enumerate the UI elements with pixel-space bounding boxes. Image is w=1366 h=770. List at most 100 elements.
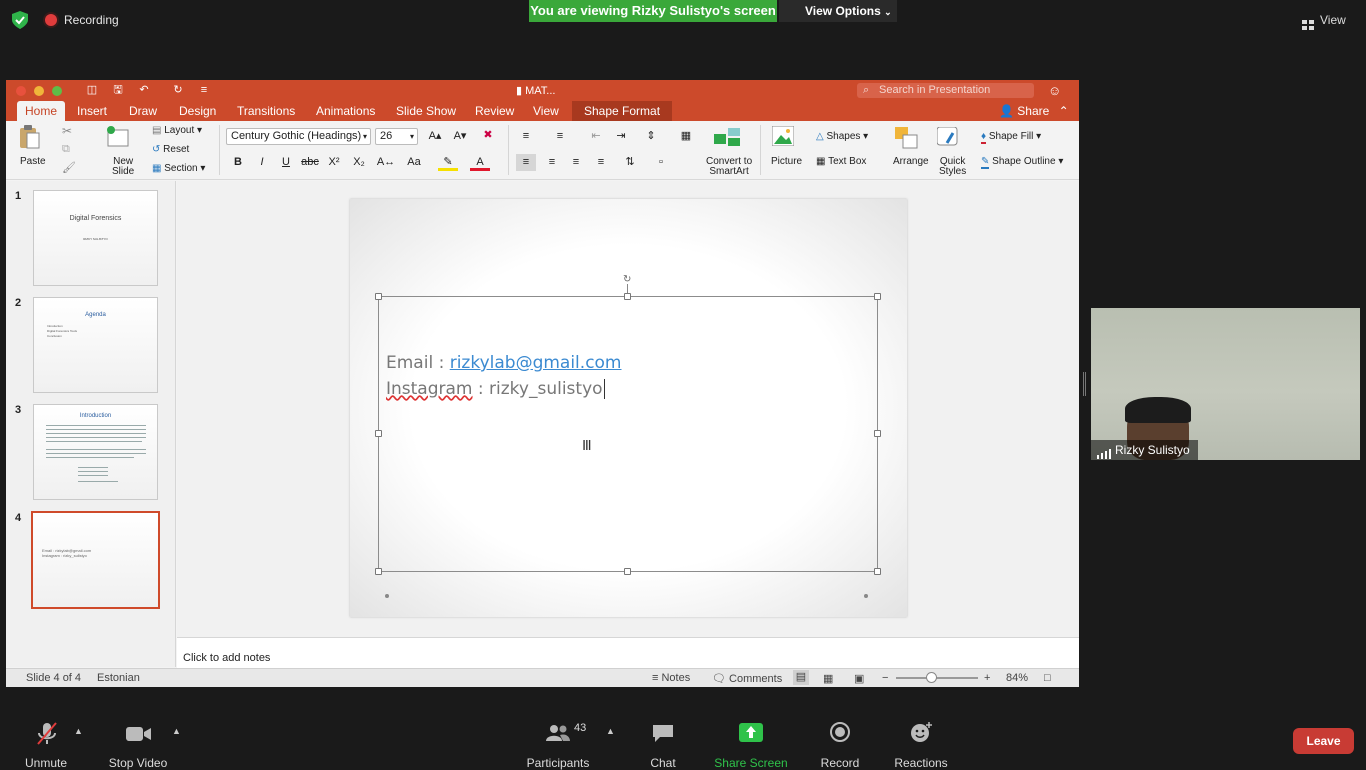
picture-icon[interactable] — [771, 125, 795, 147]
slide-thumbnail-4[interactable]: Email : rizkylab@gmail.com Instagram : r… — [31, 511, 160, 609]
zoom-slider-thumb[interactable] — [926, 672, 937, 683]
chat-button[interactable]: Chat — [645, 722, 681, 770]
font-name-dropdown[interactable]: Century Gothic (Headings) ▾ — [226, 128, 371, 145]
feedback-smiley-icon[interactable]: ☺ — [1048, 83, 1061, 98]
video-options-caret-icon[interactable]: ▲ — [172, 726, 181, 736]
tab-design[interactable]: Design — [171, 101, 224, 121]
tab-view[interactable]: View — [525, 101, 567, 121]
share-button[interactable]: 👤 Share ⌃ — [999, 101, 1069, 121]
resize-handle[interactable] — [375, 293, 382, 300]
line-spacing-icon[interactable]: ⇕ — [641, 128, 661, 145]
customize-toolbar-icon[interactable]: ≡ — [197, 84, 211, 97]
slide-thumbnail-3[interactable]: Introduction — [33, 404, 158, 500]
resize-handle[interactable] — [624, 293, 631, 300]
shape-fill-button[interactable]: ♦ Shape Fill ▾ — [981, 131, 1041, 144]
resize-handle[interactable] — [624, 568, 631, 575]
participant-video[interactable]: Rizky Sulistyo — [1091, 308, 1360, 460]
redo-icon[interactable]: ↻ — [171, 84, 185, 97]
reset-button[interactable]: ↺ Reset — [152, 144, 189, 155]
align-center-icon[interactable]: ≡ — [542, 154, 562, 171]
save-icon[interactable]: 🖫 — [111, 84, 125, 97]
highlight-color-icon[interactable]: ✎ — [438, 154, 458, 171]
bullets-icon[interactable]: ≡ — [516, 128, 536, 145]
resize-handle[interactable] — [874, 293, 881, 300]
security-shield-icon[interactable] — [12, 11, 28, 29]
tab-transitions[interactable]: Transitions — [229, 101, 303, 121]
change-case-icon[interactable]: Aa — [404, 154, 424, 171]
tab-review[interactable]: Review — [467, 101, 522, 121]
participants-options-caret-icon[interactable]: ▲ — [606, 726, 615, 736]
fit-to-window-icon[interactable]: □ — [1044, 672, 1051, 684]
view-options-button[interactable]: View Options ⌄ — [779, 0, 897, 22]
unmute-button[interactable]: Unmute — [24, 722, 68, 770]
share-screen-button[interactable]: Share Screen — [714, 722, 788, 770]
align-right-icon[interactable]: ≡ — [566, 154, 586, 171]
record-button[interactable]: Record — [818, 722, 862, 770]
minimize-window-button[interactable] — [34, 86, 44, 96]
copy-icon[interactable]: ⧉ — [62, 143, 70, 156]
tab-slide-show[interactable]: Slide Show — [388, 101, 464, 121]
decrease-font-size-icon[interactable]: A▾ — [450, 128, 470, 145]
new-slide-icon[interactable] — [106, 126, 130, 148]
current-slide[interactable]: ↻ Email : rizkylab@gmail.com Instagram :… — [350, 199, 907, 617]
resize-handle[interactable] — [375, 430, 382, 437]
notes-button[interactable]: ≡ Notes — [652, 672, 690, 684]
slide-thumbnail-2[interactable]: Agenda Introduction Digital Forensics To… — [33, 297, 158, 393]
resize-handle[interactable] — [375, 568, 382, 575]
arrange-label[interactable]: Arrange — [893, 156, 929, 167]
paste-icon[interactable] — [18, 125, 40, 149]
format-painter-icon[interactable]: 🖌 — [62, 161, 76, 174]
smartart-icon[interactable] — [714, 128, 744, 146]
layout-button[interactable]: ▤ Layout ▾ — [152, 125, 202, 136]
section-button[interactable]: ▦ Section ▾ — [152, 163, 205, 174]
zoom-in-icon[interactable]: + — [984, 672, 990, 684]
email-line[interactable]: Email : rizkylab@gmail.com — [386, 353, 622, 373]
align-text-icon[interactable]: ▫ — [651, 154, 671, 171]
character-spacing-icon[interactable]: A↔ — [376, 154, 396, 171]
slide-sorter-icon[interactable]: ▦ — [823, 672, 833, 685]
new-slide-button[interactable]: New Slide — [112, 157, 134, 177]
quick-styles-button[interactable]: Quick Styles — [939, 157, 966, 177]
decrease-indent-icon[interactable]: ⇤ — [586, 128, 606, 145]
audio-options-caret-icon[interactable]: ▲ — [74, 726, 83, 736]
columns-icon[interactable]: ▦ — [676, 128, 696, 145]
reactions-button[interactable]: Reactions — [893, 722, 949, 770]
font-size-dropdown[interactable]: 26 ▾ — [375, 128, 418, 145]
slide-thumbnail-1[interactable]: Digital Forensics RIZKY SULISTYO — [33, 190, 158, 286]
language-indicator[interactable]: Estonian — [97, 672, 140, 684]
superscript-icon[interactable]: X² — [324, 154, 344, 171]
presenter-view-icon[interactable]: ▣ — [854, 672, 864, 685]
resize-handle[interactable] — [874, 568, 881, 575]
picture-label[interactable]: Picture — [771, 156, 802, 167]
leave-button[interactable]: Leave — [1293, 728, 1354, 754]
resize-handle[interactable] — [874, 430, 881, 437]
comments-button[interactable]: 🗨 Comments — [712, 672, 782, 685]
zoom-out-icon[interactable]: − — [882, 672, 888, 684]
zoom-slider[interactable] — [896, 672, 978, 683]
subscript-icon[interactable]: X₂ — [349, 154, 369, 171]
numbering-icon[interactable]: ≡ — [550, 128, 570, 145]
tab-home[interactable]: Home — [17, 101, 66, 121]
close-window-button[interactable] — [16, 86, 26, 96]
cut-icon[interactable]: ✂ — [62, 124, 72, 138]
bold-icon[interactable]: B — [228, 154, 248, 171]
justify-icon[interactable]: ≡ — [591, 154, 611, 171]
convert-to-smartart-button[interactable]: Convert to SmartArt — [706, 157, 752, 177]
italic-icon[interactable]: I — [252, 154, 272, 171]
normal-view-icon[interactable]: ▤ — [793, 670, 809, 685]
increase-font-size-icon[interactable]: A▴ — [425, 128, 445, 145]
search-input[interactable]: ⌕ Search in Presentation — [857, 83, 1034, 98]
email-link[interactable]: rizkylab@gmail.com — [450, 353, 622, 373]
view-button[interactable]: View — [1300, 9, 1356, 31]
tab-animations[interactable]: Animations — [308, 101, 383, 121]
arrange-icon[interactable] — [895, 127, 919, 149]
notes-area[interactable]: Click to add notes — [177, 637, 1079, 668]
panel-splitter-handle[interactable] — [1083, 372, 1086, 396]
sidebar-toggle-icon[interactable]: ◫ — [85, 84, 99, 97]
quick-styles-icon[interactable] — [936, 126, 961, 149]
increase-indent-icon[interactable]: ⇥ — [611, 128, 631, 145]
undo-icon[interactable]: ↶ — [137, 84, 151, 97]
underline-icon[interactable]: U — [276, 154, 296, 171]
align-left-icon[interactable]: ≡ — [516, 154, 536, 171]
instagram-line[interactable]: Instagram : rizky_sulistyo — [386, 379, 605, 399]
